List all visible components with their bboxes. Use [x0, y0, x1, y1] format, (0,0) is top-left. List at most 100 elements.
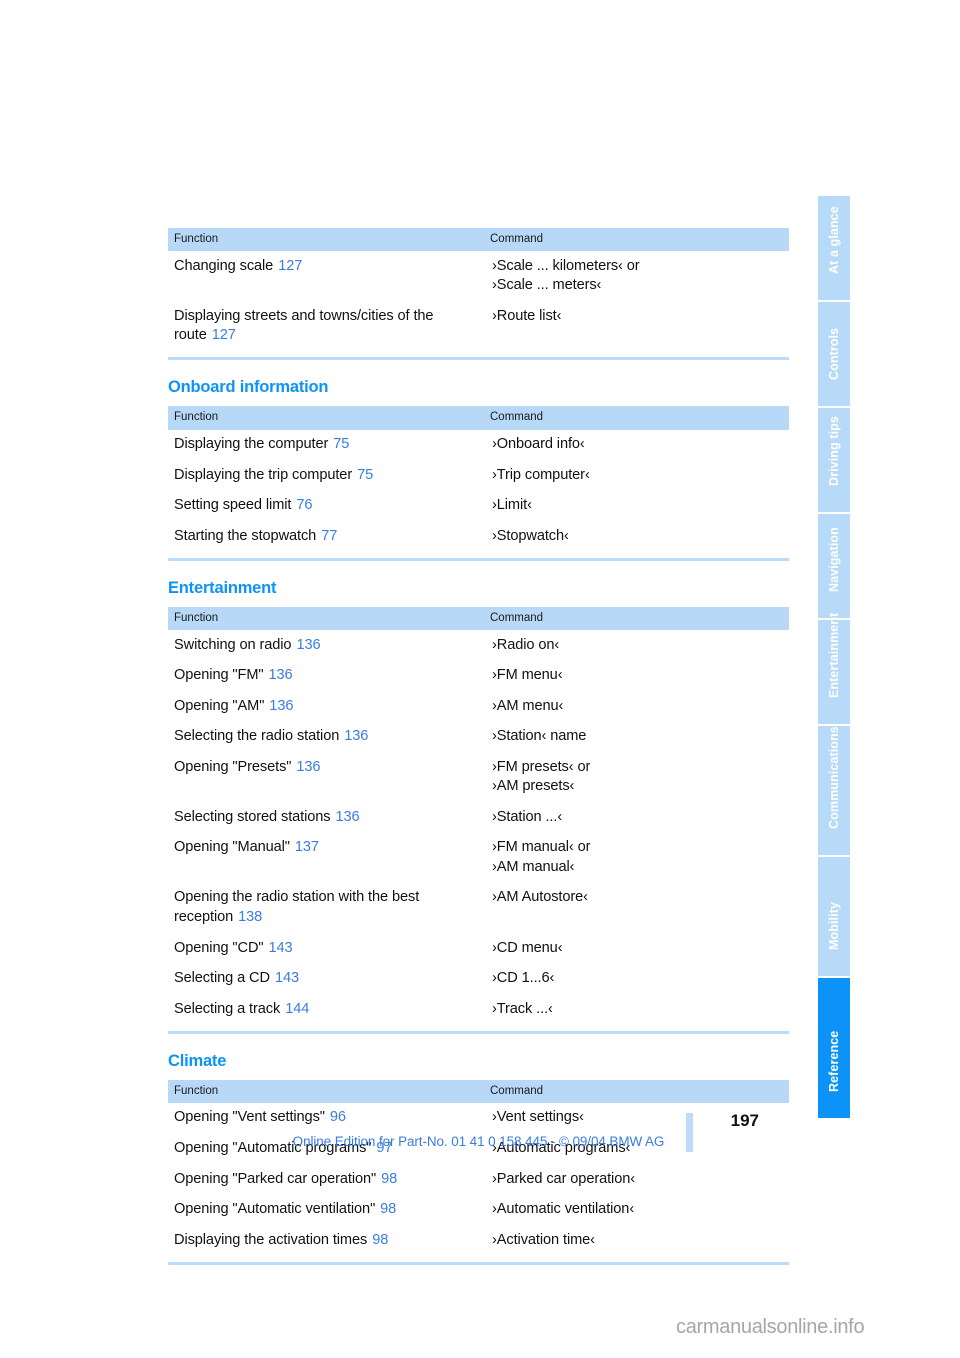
page-reference[interactable]: 136: [296, 759, 320, 775]
function-cell: Selecting a CD 143: [168, 964, 484, 995]
command-cell: ›Trip computer‹: [484, 460, 789, 491]
table-row: Opening "AM" 136 ›AM menu‹: [168, 691, 789, 722]
page-number: 197: [730, 1111, 759, 1130]
page-reference[interactable]: 136: [344, 728, 368, 744]
table-row: Opening "Presets" 136 ›FM presets‹ or ›AM …: [168, 752, 789, 802]
section-divider: [168, 1030, 789, 1034]
page-reference[interactable]: 127: [278, 258, 302, 274]
column-header-function: Function: [168, 1079, 484, 1103]
function-cell: Switching on radio 136: [168, 630, 484, 661]
function-cell: Selecting the radio station 136: [168, 722, 484, 753]
function-label: Displaying the activation times: [174, 1231, 368, 1248]
command-cell: ›Station ...‹: [484, 802, 789, 833]
voice-command: ›Station‹ name: [492, 728, 587, 745]
voice-command: ›CD 1...6‹: [492, 970, 555, 987]
function-label: Opening "Parked car operation": [174, 1170, 377, 1187]
function-label: Setting speed limit: [174, 497, 292, 514]
section-heading: Climate: [168, 1051, 227, 1070]
page-reference[interactable]: 143: [268, 940, 292, 956]
table-row: Opening "CD" 143 ›CD menu‹: [168, 933, 789, 964]
watermark: carmanualsonline.info: [676, 1316, 865, 1338]
table-row: Selecting stored stations 136 ›Station ...…: [168, 802, 789, 833]
page-reference[interactable]: 137: [295, 839, 319, 855]
voice-command: ›AM menu‹: [492, 697, 564, 714]
voice-command: ›Parked car operation‹: [492, 1170, 635, 1187]
command-cell: ›Radio on‹: [484, 630, 789, 661]
command-cell: ›Route list‹: [484, 301, 789, 351]
section-heading: Entertainment: [168, 578, 277, 597]
side-tab-label: Driving tips: [827, 416, 841, 486]
voice-command: ›Trip computer‹: [492, 466, 590, 483]
command-table: Function Command Changing scale 127 ›Scale .…: [168, 228, 789, 351]
page-reference[interactable]: 98: [381, 1171, 397, 1187]
page-reference[interactable]: 136: [268, 667, 292, 683]
command-cell: ›Activation time‹: [484, 1225, 789, 1256]
side-tab-navigation[interactable]: Navigation: [818, 514, 850, 618]
command-cell: ›CD menu‹: [484, 933, 789, 964]
function-cell: Starting the stopwatch 77: [168, 521, 484, 552]
voice-command: ›Route list‹: [492, 307, 562, 324]
page-reference[interactable]: 77: [321, 528, 337, 544]
side-tab-at-a-glance[interactable]: At a glance: [818, 196, 850, 300]
manual-page: Function Command Changing scale 127 ›Scale .…: [0, 0, 960, 1358]
function-label: Displaying the computer: [174, 436, 329, 453]
table-row: Selecting a CD 143 ›CD 1...6‹: [168, 964, 789, 995]
function-cell: Opening "Automatic ventilation" 98: [168, 1195, 484, 1226]
table-row: Starting the stopwatch 77 ›Stopwatch‹: [168, 521, 789, 552]
command-cell: ›Onboard info‹: [484, 430, 789, 461]
function-cell: Displaying the trip computer 75: [168, 460, 484, 491]
column-header-command: Command: [484, 1079, 789, 1103]
side-tab-label: Communications: [827, 726, 841, 829]
column-header-function: Function: [168, 228, 484, 252]
page-reference[interactable]: 136: [336, 809, 360, 825]
function-cell: Opening "FM" 136: [168, 661, 484, 692]
side-tab-reference[interactable]: Reference: [818, 978, 850, 1118]
section-divider: [168, 557, 789, 561]
function-cell: Opening "Manual" 137: [168, 833, 484, 883]
voice-command: ›Onboard info‹: [492, 436, 585, 453]
side-tab-label: Controls: [827, 327, 841, 380]
command-cell: ›AM menu‹: [484, 691, 789, 722]
page-reference[interactable]: 98: [372, 1232, 388, 1248]
function-cell: Opening "AM" 136: [168, 691, 484, 722]
table-row: Opening "Automatic ventilation" 98 ›Automa…: [168, 1195, 789, 1226]
table-header-row: Function Command: [168, 1079, 789, 1103]
page-reference[interactable]: 75: [333, 436, 349, 452]
page-reference[interactable]: 144: [285, 1001, 309, 1017]
function-cell: Setting speed limit 76: [168, 491, 484, 522]
voice-command: ›AM Autostore‹: [492, 889, 588, 906]
side-tab-label: Entertainment: [827, 612, 841, 698]
page-reference[interactable]: 136: [269, 698, 293, 714]
command-cell: ›FM menu‹: [484, 661, 789, 692]
table-row: Opening the radio station with the best …: [168, 883, 789, 933]
function-cell: Opening "CD" 143: [168, 933, 484, 964]
voice-command: ›Activation time‹: [492, 1231, 595, 1248]
command-table: Function Command Switching on radio 136 ›Rad…: [168, 606, 789, 1025]
page-reference[interactable]: 127: [212, 327, 236, 343]
page-reference[interactable]: 143: [275, 970, 299, 986]
command-table: Function Command Opening "Vent settings" 96…: [168, 1079, 789, 1256]
function-cell: Displaying the computer 75: [168, 430, 484, 461]
side-tab-mobility[interactable]: Mobility: [818, 857, 850, 976]
table-row: Displaying the activation times 98 ›Activa…: [168, 1225, 789, 1256]
side-tab-communications[interactable]: Communications: [818, 726, 850, 855]
command-cell: ›AM Autostore‹: [484, 883, 789, 933]
command-cell: ›Scale ... kilometers‹ or ›Scale ... met…: [484, 251, 789, 301]
page-reference[interactable]: 136: [296, 637, 320, 653]
side-tab-controls[interactable]: Controls: [818, 302, 850, 406]
function-cell: Opening "Presets" 136: [168, 752, 484, 802]
function-cell: Selecting a track 144: [168, 994, 484, 1025]
function-label: Switching on radio: [174, 636, 292, 653]
side-tab-driving-tips[interactable]: Driving tips: [818, 408, 850, 512]
page-reference[interactable]: 76: [296, 497, 312, 513]
page-reference[interactable]: 138: [238, 909, 262, 925]
function-cell: Displaying the activation times 98: [168, 1225, 484, 1256]
function-cell: Displaying streets and towns/cities of t…: [168, 301, 484, 351]
side-tab-entertainment[interactable]: Entertainment: [818, 613, 850, 724]
table-row: Opening "Manual" 137 ›FM manual‹ or ›AM ma…: [168, 833, 789, 883]
voice-command: ›FM presets‹ or ›AM presets‹: [492, 758, 591, 795]
page-reference[interactable]: 75: [357, 467, 373, 483]
table-row: Setting speed limit 76 ›Limit‹: [168, 491, 789, 522]
table-header-row: Function Command: [168, 406, 789, 430]
page-reference[interactable]: 98: [380, 1201, 396, 1217]
